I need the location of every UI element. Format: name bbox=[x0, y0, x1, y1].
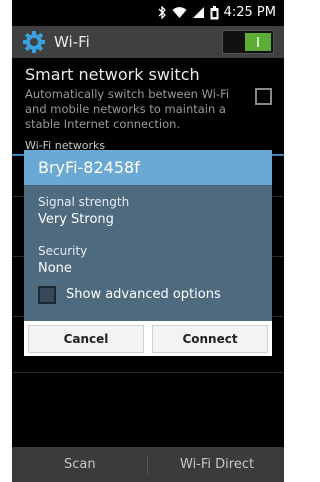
action-bar: Wi-Fi bbox=[12, 26, 284, 58]
status-time: 4:25 PM bbox=[223, 5, 276, 20]
smart-switch-description: Automatically switch between Wi-Fi and m… bbox=[25, 87, 230, 131]
dialog-title-bar: BryFi-82458f bbox=[24, 150, 272, 185]
bottom-action-bar: Scan Wi-Fi Direct bbox=[12, 447, 284, 482]
signal-strength-value: Very Strong bbox=[38, 212, 114, 227]
bluetooth-icon bbox=[158, 6, 166, 19]
smart-switch-title: Smart network switch bbox=[25, 65, 200, 84]
wifi-toggle[interactable] bbox=[222, 30, 274, 54]
smart-switch-checkbox[interactable] bbox=[255, 88, 272, 105]
security-value: None bbox=[38, 261, 72, 276]
security-label: Security bbox=[38, 244, 88, 258]
phone-screen: 4:25 PM Wi-Fi Smart network switch Autom bbox=[12, 0, 284, 482]
page-title: Wi-Fi bbox=[54, 33, 90, 51]
dialog-button-row: Cancel Connect bbox=[24, 321, 272, 356]
smart-network-switch-row[interactable]: Smart network switch Automatically switc… bbox=[12, 58, 284, 138]
scan-button[interactable]: Scan bbox=[64, 457, 96, 472]
status-bar: 4:25 PM bbox=[12, 0, 284, 26]
signal-strength-label: Signal strength bbox=[38, 195, 130, 209]
battery-icon bbox=[210, 5, 219, 19]
advanced-options-label[interactable]: Show advanced options bbox=[66, 287, 221, 302]
divider bbox=[12, 372, 284, 373]
advanced-options-checkbox[interactable] bbox=[38, 286, 56, 304]
cancel-button[interactable]: Cancel bbox=[28, 325, 144, 353]
gear-icon[interactable] bbox=[22, 30, 46, 54]
wifi-icon bbox=[172, 7, 187, 18]
connect-button[interactable]: Connect bbox=[152, 325, 268, 353]
signal-icon bbox=[192, 7, 204, 18]
wifi-direct-button[interactable]: Wi-Fi Direct bbox=[180, 457, 254, 472]
dialog-title: BryFi-82458f bbox=[38, 158, 140, 177]
toggle-knob bbox=[245, 33, 271, 51]
bottom-bar-divider bbox=[147, 455, 148, 475]
network-dialog: BryFi-82458f Signal strength Very Strong… bbox=[24, 150, 272, 356]
